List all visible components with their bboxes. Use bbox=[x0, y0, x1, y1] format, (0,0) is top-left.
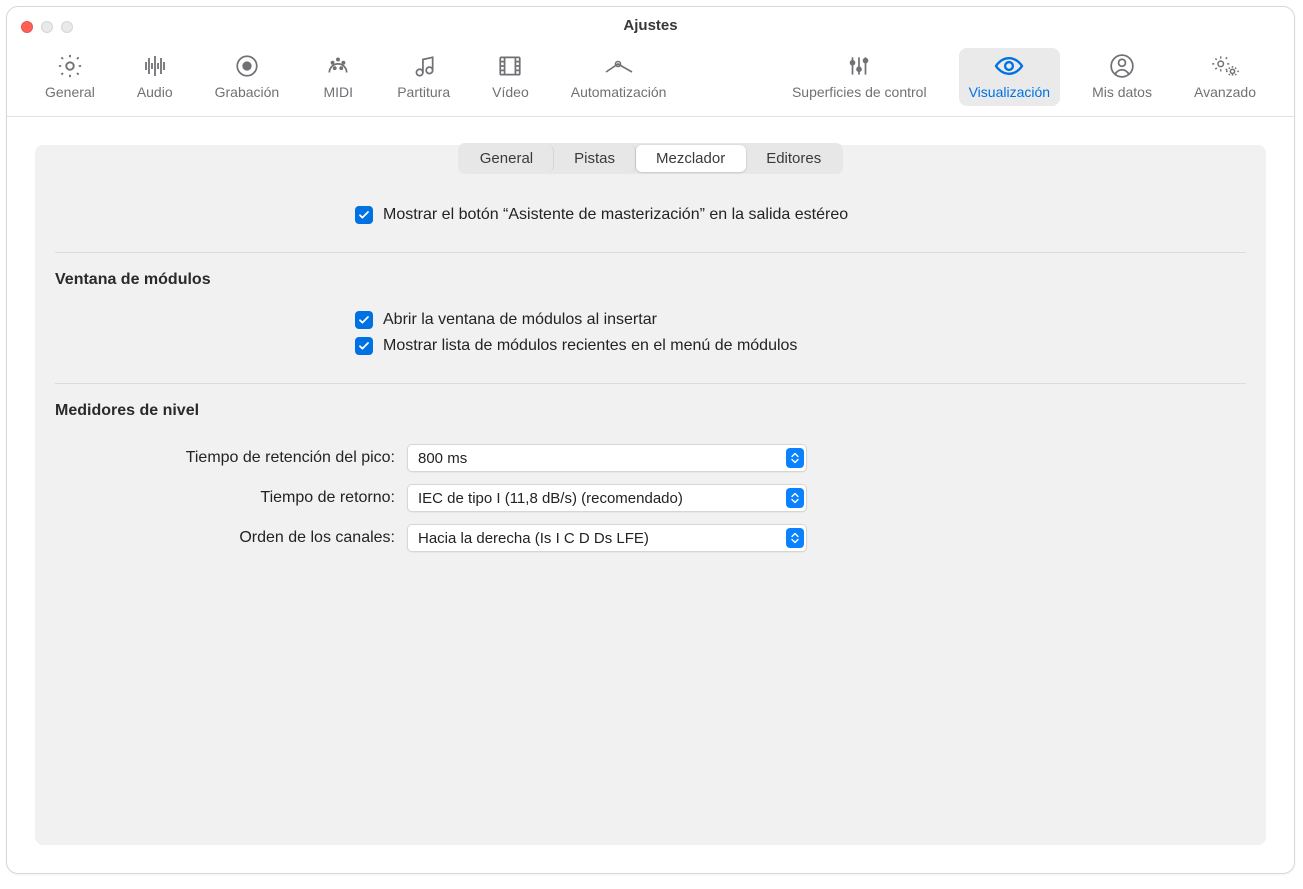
midi-icon bbox=[321, 52, 355, 80]
subtab-tracks[interactable]: Pistas bbox=[554, 145, 636, 172]
toolbar-label: Automatización bbox=[571, 84, 667, 100]
checkbox-row-open-plugin: Abrir la ventana de módulos al insertar bbox=[55, 307, 1246, 333]
section-title-meters: Medidores de nivel bbox=[35, 390, 1266, 428]
toolbar-left: General Audio Grabación MIDI bbox=[35, 48, 676, 106]
popup-value: 800 ms bbox=[418, 450, 467, 467]
toolbar-label: Mis datos bbox=[1092, 84, 1152, 100]
checkbox-label: Mostrar el botón “Asistente de masteriza… bbox=[383, 206, 848, 224]
person-icon bbox=[1105, 52, 1139, 80]
titlebar: Ajustes bbox=[7, 7, 1294, 44]
waveform-icon bbox=[138, 52, 172, 80]
toolbar-label: Audio bbox=[137, 84, 173, 100]
chevron-updown-icon bbox=[786, 488, 804, 508]
toolbar-label: Avanzado bbox=[1194, 84, 1256, 100]
section-title-modules: Ventana de módulos bbox=[35, 259, 1266, 297]
form-row-channel-order: Orden de los canales: Hacia la derecha (… bbox=[55, 518, 1246, 558]
maximize-button[interactable] bbox=[61, 21, 73, 33]
toolbar-item-advanced[interactable]: Avanzado bbox=[1184, 48, 1266, 106]
film-icon bbox=[493, 52, 527, 80]
checkbox-recent-list[interactable] bbox=[355, 337, 373, 355]
segmented-control-wrap: General Pistas Mezclador Editores bbox=[35, 145, 1266, 192]
form-row-peak-hold: Tiempo de retención del pico: 800 ms bbox=[55, 438, 1246, 478]
subtab-mixer[interactable]: Mezclador bbox=[636, 145, 746, 172]
window-title: Ajustes bbox=[623, 17, 677, 34]
toolbar-item-control-surfaces[interactable]: Superficies de control bbox=[782, 48, 937, 106]
toolbar-item-midi[interactable]: MIDI bbox=[311, 48, 365, 106]
toolbar-label: Grabación bbox=[215, 84, 280, 100]
popup-peak-hold[interactable]: 800 ms bbox=[407, 444, 807, 472]
checkbox-row-mastering: Mostrar el botón “Asistente de masteriza… bbox=[55, 202, 1246, 228]
toolbar: General Audio Grabación MIDI bbox=[7, 44, 1294, 117]
close-button[interactable] bbox=[21, 21, 33, 33]
toolbar-item-video[interactable]: Vídeo bbox=[482, 48, 539, 106]
checkbox-label: Mostrar lista de módulos recientes en el… bbox=[383, 337, 797, 355]
checkbox-mastering[interactable] bbox=[355, 206, 373, 224]
divider bbox=[55, 383, 1246, 384]
modules-options-block: Abrir la ventana de módulos al insertar … bbox=[35, 297, 1266, 377]
segmented-control: General Pistas Mezclador Editores bbox=[458, 143, 843, 174]
popup-value: IEC de tipo I (11,8 dB/s) (recomendado) bbox=[418, 490, 683, 507]
divider bbox=[55, 252, 1246, 253]
label-return-time: Tiempo de retorno: bbox=[55, 489, 395, 507]
popup-channel-order[interactable]: Hacia la derecha (Is I C D Ds LFE) bbox=[407, 524, 807, 552]
toolbar-label: Partitura bbox=[397, 84, 450, 100]
gears-icon bbox=[1208, 52, 1242, 80]
form-row-return-time: Tiempo de retorno: IEC de tipo I (11,8 d… bbox=[55, 478, 1246, 518]
panel: General Pistas Mezclador Editores Mostra… bbox=[35, 145, 1266, 845]
traffic-lights bbox=[21, 21, 73, 33]
settings-window: Ajustes General Audio Grabación bbox=[6, 6, 1295, 874]
chevron-updown-icon bbox=[786, 448, 804, 468]
label-peak-hold: Tiempo de retención del pico: bbox=[55, 449, 395, 467]
toolbar-item-score[interactable]: Partitura bbox=[387, 48, 460, 106]
music-note-icon bbox=[407, 52, 441, 80]
chevron-updown-icon bbox=[786, 528, 804, 548]
checkbox-label: Abrir la ventana de módulos al insertar bbox=[383, 311, 657, 329]
subtab-editors[interactable]: Editores bbox=[746, 145, 841, 172]
gear-icon bbox=[53, 52, 87, 80]
automation-icon bbox=[602, 52, 636, 80]
top-options-block: Mostrar el botón “Asistente de masteriza… bbox=[35, 192, 1266, 246]
subtab-general[interactable]: General bbox=[460, 145, 554, 172]
checkbox-open-plugin[interactable] bbox=[355, 311, 373, 329]
record-icon bbox=[230, 52, 264, 80]
toolbar-item-display[interactable]: Visualización bbox=[959, 48, 1060, 106]
toolbar-label: Visualización bbox=[969, 84, 1050, 100]
toolbar-label: General bbox=[45, 84, 95, 100]
toolbar-label: Superficies de control bbox=[792, 84, 927, 100]
checkbox-row-recent-list: Mostrar lista de módulos recientes en el… bbox=[55, 333, 1246, 359]
content-area: General Pistas Mezclador Editores Mostra… bbox=[7, 117, 1294, 873]
toolbar-item-my-info[interactable]: Mis datos bbox=[1082, 48, 1162, 106]
sliders-icon bbox=[842, 52, 876, 80]
toolbar-item-audio[interactable]: Audio bbox=[127, 48, 183, 106]
toolbar-right: Superficies de control Visualización Mis… bbox=[782, 48, 1266, 106]
label-channel-order: Orden de los canales: bbox=[55, 529, 395, 547]
toolbar-label: Vídeo bbox=[492, 84, 529, 100]
toolbar-label: MIDI bbox=[323, 84, 353, 100]
minimize-button[interactable] bbox=[41, 21, 53, 33]
toolbar-item-general[interactable]: General bbox=[35, 48, 105, 106]
eye-icon bbox=[992, 52, 1026, 80]
popup-value: Hacia la derecha (Is I C D Ds LFE) bbox=[418, 530, 649, 547]
toolbar-item-automation[interactable]: Automatización bbox=[561, 48, 677, 106]
popup-return-time[interactable]: IEC de tipo I (11,8 dB/s) (recomendado) bbox=[407, 484, 807, 512]
meters-options-block: Tiempo de retención del pico: 800 ms Tie… bbox=[35, 428, 1266, 576]
toolbar-item-recording[interactable]: Grabación bbox=[205, 48, 290, 106]
